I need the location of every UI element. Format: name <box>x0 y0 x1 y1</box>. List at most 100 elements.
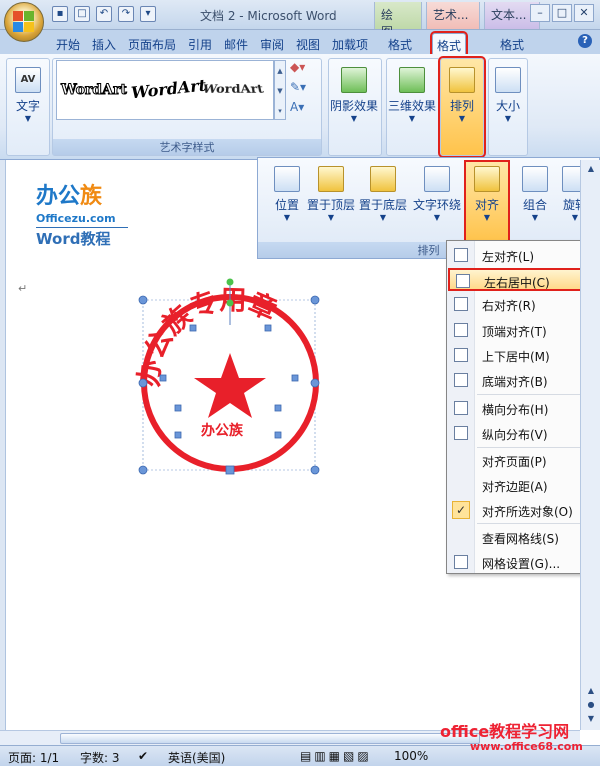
watermark-title: office教程学习网 <box>440 722 570 741</box>
tab-references[interactable]: 引用 <box>184 33 216 54</box>
chevron-down-icon: ▼ <box>350 114 358 123</box>
help-icon[interactable]: ? <box>578 34 592 48</box>
close-icon[interactable]: ✕ <box>574 4 594 22</box>
chevron-down-icon: ▼ <box>483 213 491 222</box>
status-language[interactable]: 英语(美国) <box>168 749 225 766</box>
redo-icon[interactable]: ↷ <box>118 6 134 22</box>
spellcheck-icon[interactable]: ✔ <box>138 749 148 763</box>
quick-access-toolbar: ▪ □ ↶ ↷ ▾ <box>52 6 156 22</box>
text-group: AV 文字 ▼ <box>6 58 50 156</box>
status-word-count[interactable]: 字数: 3 <box>80 749 120 766</box>
align-top-icon <box>454 323 468 337</box>
menu-align-to-margin[interactable]: 对齐边距(A) <box>448 474 598 497</box>
menu-align-to-page[interactable]: 对齐页面(P) <box>448 449 598 472</box>
text-button[interactable]: AV 文字 ▼ <box>3 63 53 123</box>
tab-addins[interactable]: 加载项 <box>328 33 372 54</box>
menu-grid-settings[interactable]: 网格设置(G)... <box>448 551 598 574</box>
threed-effects-button[interactable]: 三维效果 ▼ <box>387 63 437 123</box>
menu-distribute-vertical[interactable]: 纵向分布(V) <box>448 422 598 445</box>
tab-home[interactable]: 开始 <box>52 33 84 54</box>
chevron-down-icon: ▼ <box>504 114 512 123</box>
wordart-sample-1[interactable]: WordArt <box>61 67 128 113</box>
bring-to-front-label: 置于顶层 <box>306 198 355 212</box>
align-right-icon <box>454 297 468 311</box>
tab-format-textbox[interactable]: 格式 <box>496 33 528 54</box>
star-icon <box>194 353 266 418</box>
menu-align-middle[interactable]: 上下居中(M) <box>448 344 598 367</box>
text-button-label: 文字 <box>15 99 40 113</box>
tab-format-drawing[interactable]: 格式 <box>384 33 416 54</box>
office-logo-icon <box>13 11 35 33</box>
send-to-back-icon <box>370 166 396 192</box>
status-page[interactable]: 页面: 1/1 <box>8 749 59 766</box>
bring-to-front-button[interactable]: 置于顶层 ▼ <box>306 162 356 222</box>
position-button[interactable]: 位置 ▼ <box>262 162 312 222</box>
select-browse-icon[interactable]: ● <box>584 698 598 712</box>
arrange-button[interactable]: 排列 ▼ <box>437 56 487 158</box>
brand-subtitle: Word教程 <box>36 227 128 249</box>
send-to-back-label: 置于底层 <box>358 198 407 212</box>
tab-view[interactable]: 视图 <box>292 33 324 54</box>
arrange-button-inner: 排列 ▼ <box>437 63 487 123</box>
align-center-icon <box>456 274 470 288</box>
menu-align-bottom[interactable]: 底端对齐(B) <box>448 369 598 392</box>
line-color-icon[interactable]: ✎▾ <box>290 80 320 98</box>
align-label: 对齐 <box>474 198 499 212</box>
size-button[interactable]: 大小 ▼ <box>483 63 533 123</box>
align-button[interactable]: 对齐 ▼ <box>464 160 510 244</box>
stamp-object[interactable]: 办公族专用章 办公族 <box>130 275 330 475</box>
vertical-scrollbar[interactable]: ▲ ▲ ● ▼ <box>580 160 600 730</box>
tab-mailings[interactable]: 邮件 <box>220 33 252 54</box>
maximize-icon[interactable]: □ <box>552 4 572 22</box>
text-wrap-button[interactable]: 文字环绕 ▼ <box>412 162 462 222</box>
context-tab-wordart: 艺术... <box>426 2 480 29</box>
wordart-styles-group-label: 艺术字样式 <box>53 139 321 155</box>
minimize-icon[interactable]: – <box>530 4 550 22</box>
gallery-scroll[interactable]: ▲ ▼ ▾ <box>274 60 286 120</box>
watermark-url: www.office68.com <box>470 740 583 753</box>
menu-distribute-horizontal[interactable]: 横向分布(H) <box>448 397 598 420</box>
save-icon[interactable]: ▪ <box>52 6 68 22</box>
text-spacing-icon: AV <box>15 67 41 93</box>
menu-align-right[interactable]: 右对齐(R) <box>448 293 598 316</box>
new-document-icon[interactable]: □ <box>74 6 90 22</box>
text-wrap-label: 文字环绕 <box>412 198 461 212</box>
menu-align-top[interactable]: 顶端对齐(T) <box>448 319 598 342</box>
next-page-icon[interactable]: ▼ <box>584 712 598 726</box>
fill-color-icon[interactable]: ◆▾ <box>290 60 320 78</box>
prev-page-icon[interactable]: ▲ <box>584 684 598 698</box>
paragraph-mark: ↵ <box>18 282 28 295</box>
menu-align-selected[interactable]: ✓ 对齐所选对象(O) <box>448 499 598 522</box>
menu-align-center[interactable]: 左右居中(C) <box>448 268 598 291</box>
tab-format-wordart[interactable]: 格式 <box>429 31 469 56</box>
align-bottom-icon <box>454 373 468 387</box>
change-shape-icon[interactable]: A▾ <box>290 100 320 118</box>
brand-chinese: 办公族 <box>36 184 103 209</box>
tab-page-layout[interactable]: 页面布局 <box>124 33 180 54</box>
undo-icon[interactable]: ↶ <box>96 6 112 22</box>
shadow-effects-label: 阴影效果 <box>329 99 378 113</box>
shadow-effects-button[interactable]: 阴影效果 ▼ <box>329 63 379 123</box>
distribute-vertical-icon <box>454 426 468 440</box>
send-to-back-button[interactable]: 置于底层 ▼ <box>358 162 408 222</box>
window-title: 文档 2 - Microsoft Word <box>200 9 337 23</box>
scroll-thumb[interactable] <box>60 733 480 744</box>
group-icon <box>522 166 548 192</box>
view-buttons[interactable]: ▤▥▦▧▨ <box>300 749 372 763</box>
size-group: 大小 ▼ <box>488 58 528 156</box>
size-label: 大小 <box>495 99 520 113</box>
office-button[interactable] <box>4 2 44 42</box>
chevron-down-icon: ▼ <box>408 114 416 123</box>
size-icon <box>495 67 521 93</box>
shadow-effect-icon <box>341 67 367 93</box>
tab-insert[interactable]: 插入 <box>88 33 120 54</box>
wordart-sample-3[interactable]: WordArt <box>195 72 271 115</box>
customize-qat-icon[interactable]: ▾ <box>140 6 156 22</box>
tab-review[interactable]: 审阅 <box>256 33 288 54</box>
scroll-up-icon[interactable]: ▲ <box>584 162 598 176</box>
menu-view-gridlines[interactable]: 查看网格线(S) <box>448 526 598 549</box>
wordart-gallery: WordArt WordArt WordArt <box>56 60 274 120</box>
wordart-sample-2[interactable]: WordArt <box>129 64 207 116</box>
zoom-level[interactable]: 100% <box>394 749 428 763</box>
menu-align-left[interactable]: 左对齐(L) <box>448 244 598 267</box>
